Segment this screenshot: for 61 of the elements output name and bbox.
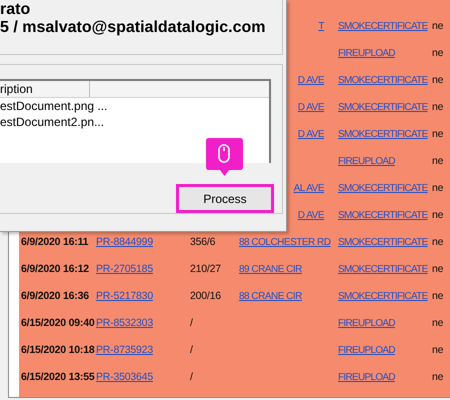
address-link[interactable]: 88 COLCHESTER RD	[239, 236, 330, 248]
type-link[interactable]: FIREUPLOAD	[338, 372, 395, 383]
number-cell: /	[190, 370, 193, 383]
date-cell: 6/9/2020 16:11	[21, 236, 88, 248]
status-cell: ne	[432, 316, 444, 329]
type-link[interactable]: SMOKECERTIFICATE	[338, 182, 428, 194]
type-link[interactable]: SMOKECERTIFICATE	[338, 128, 428, 140]
permit-link[interactable]: PR-8735923	[96, 344, 153, 356]
date-cell: 6/9/2020 16:12	[21, 262, 89, 275]
date-cell: 6/15/2020 09:40	[21, 316, 94, 329]
type-link[interactable]: SMOKECERTIFICATE	[338, 264, 428, 275]
user-text: 5 / msalvato@spatialdatalogic.com	[0, 19, 266, 37]
type-link[interactable]: SMOKECERTIFICATE	[338, 74, 428, 86]
status-cell: ne	[432, 344, 444, 356]
address-link[interactable]: 88 CRANE CIR	[239, 290, 302, 302]
status-cell: ne	[432, 74, 444, 86]
status-cell: ne	[432, 182, 444, 194]
status-cell: ne	[432, 128, 444, 140]
status-cell: ne	[432, 100, 444, 113]
file-row[interactable]: estDocument2.pn...	[0, 114, 269, 130]
permit-link[interactable]: PR-8844999	[96, 236, 153, 248]
address-link[interactable]: D AVE	[298, 127, 324, 142]
status-cell: ne	[432, 262, 444, 275]
status-cell: ne	[432, 20, 444, 32]
number-cell: 356/6	[190, 236, 216, 248]
address-link[interactable]: AL AVE	[294, 181, 324, 196]
status-cell: ne	[432, 236, 444, 248]
type-link[interactable]: SMOKECERTIFICATE	[338, 210, 428, 221]
status-cell: ne	[432, 208, 444, 221]
type-link[interactable]: FIREUPLOAD	[338, 156, 395, 167]
date-cell: 6/15/2020 13:55	[21, 370, 94, 383]
status-cell: ne	[432, 154, 444, 167]
type-link[interactable]: FIREUPLOAD	[338, 318, 395, 329]
permit-link[interactable]: PR-3503645	[96, 370, 153, 383]
permit-link[interactable]: PR-5217830	[96, 290, 153, 302]
address-link[interactable]: D AVE	[298, 208, 324, 223]
type-link[interactable]: FIREUPLOAD	[338, 48, 395, 59]
mouse-icon	[218, 144, 230, 163]
address-link[interactable]: T	[318, 19, 324, 34]
status-cell: ne	[432, 370, 444, 383]
address-link[interactable]: 89 CRANE CIR	[239, 264, 302, 275]
number-cell: 200/16	[190, 290, 221, 302]
permit-link[interactable]: PR-8532303	[96, 316, 153, 329]
number-cell: /	[190, 344, 193, 356]
address-link[interactable]: D AVE	[298, 100, 324, 115]
type-link[interactable]: SMOKECERTIFICATE	[338, 236, 428, 248]
date-cell: 6/9/2020 16:36	[21, 290, 89, 302]
process-button[interactable]: Process	[176, 184, 274, 213]
status-cell: ne	[432, 46, 444, 59]
date-cell: 6/15/2020 10:18	[21, 344, 94, 356]
permit-link[interactable]: PR-2705185	[96, 262, 153, 275]
type-link[interactable]: SMOKECERTIFICATE	[338, 20, 428, 32]
number-cell: 210/27	[190, 262, 221, 275]
status-cell: ne	[432, 290, 444, 302]
address-link[interactable]: D AVE	[298, 73, 324, 88]
file-row[interactable]: estDocument.png ...	[0, 98, 269, 114]
type-link[interactable]: SMOKECERTIFICATE	[338, 102, 428, 113]
type-link[interactable]: FIREUPLOAD	[338, 344, 395, 356]
user-text: rato	[0, 1, 32, 19]
type-link[interactable]: SMOKECERTIFICATE	[338, 290, 428, 302]
number-cell: /	[190, 316, 193, 329]
